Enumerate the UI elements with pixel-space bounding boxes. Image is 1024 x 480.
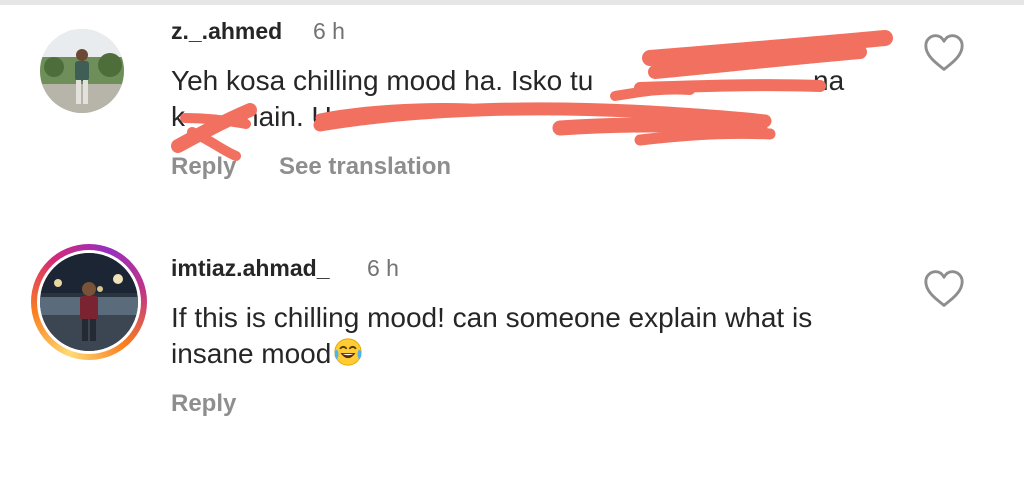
comment-timestamp: 6 h [367, 255, 399, 281]
see-translation-button[interactable]: See translation [279, 153, 451, 181]
comment-text-line-tail: na [813, 65, 845, 96]
comment-text: If this is chilling mood! can someone ex… [171, 300, 871, 372]
comment-username[interactable]: z._.ahmed [171, 18, 282, 45]
heart-outline-icon[interactable] [922, 269, 966, 309]
obscured-text [357, 99, 366, 135]
comment-text-line: Yeh kosa chilling mood ha. Isko tu [171, 65, 594, 96]
comment-text-body: If this is chilling mood! can someone ex… [171, 302, 813, 369]
comment-text-line-mid: hain. U [243, 101, 332, 132]
comment-item: imtiaz.ahmad_ 6 h If this is chilling mo… [0, 210, 1024, 480]
comment-text: Yeh kosa chilling mood ha. Isko tu na k … [171, 63, 871, 135]
reply-button[interactable]: Reply [171, 390, 236, 418]
comment-username[interactable]: imtiaz.ahmad_ [171, 255, 330, 282]
comment-item: z._.ahmed 6 h Yeh kosa chilling mood ha.… [0, 0, 1024, 210]
comment-timestamp: 6 h [313, 18, 345, 44]
avatar[interactable] [40, 29, 124, 113]
reply-button[interactable]: Reply [171, 153, 236, 181]
face-with-tears-of-joy-icon [334, 338, 362, 366]
avatar[interactable] [40, 253, 138, 351]
heart-outline-icon[interactable] [922, 33, 966, 73]
comment-text-line: k [171, 101, 185, 132]
